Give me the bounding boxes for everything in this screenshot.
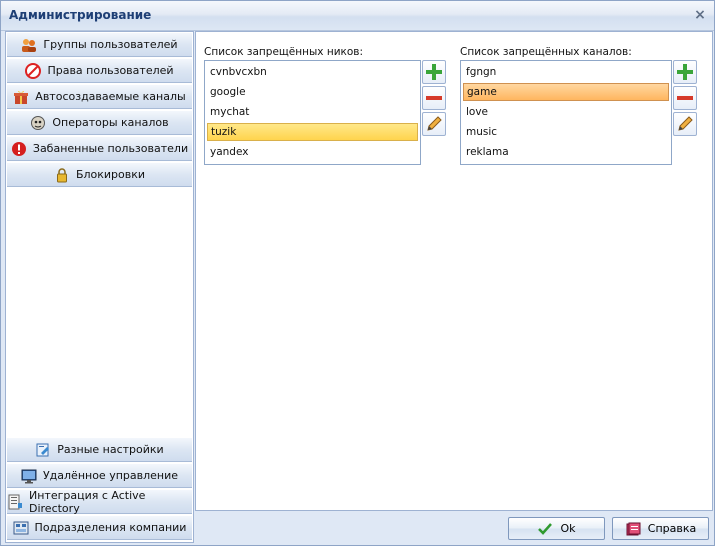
minus-icon [426, 96, 442, 100]
help-book-icon [625, 521, 641, 537]
sidebar-item-label: Права пользователей [47, 64, 174, 77]
sidebar-item-auto-channels[interactable]: Автосоздаваемые каналы [7, 85, 192, 109]
checkmark-icon [537, 521, 553, 537]
close-icon[interactable]: × [692, 7, 708, 23]
sidebar: Группы пользователей Права пользователей… [5, 31, 194, 543]
help-button[interactable]: Справка [612, 517, 709, 540]
add-nick-button[interactable] [422, 60, 446, 84]
list-item-selected[interactable]: tuzik [207, 123, 418, 141]
list-item[interactable]: fgngn [463, 63, 669, 81]
remove-channel-button[interactable] [673, 86, 697, 110]
gift-box-icon [13, 89, 29, 105]
minus-icon [677, 96, 693, 100]
sidebar-item-label: Разные настройки [57, 443, 164, 456]
admin-window: Администрирование × Группы пользователей… [0, 0, 715, 546]
pencil-icon [427, 116, 442, 131]
users-group-icon [21, 37, 37, 53]
banned-nicks-list[interactable]: cvnbvcxbn google mychat tuzik yandex [204, 60, 421, 165]
title-bar: Администрирование × [1, 1, 714, 31]
company-icon [13, 520, 29, 536]
sidebar-item-label: Интеграция с Active Directory [29, 488, 146, 515]
ok-button[interactable]: Ok [508, 517, 605, 540]
sidebar-item-user-groups[interactable]: Группы пользователей [7, 33, 192, 57]
add-channel-button[interactable] [673, 60, 697, 84]
ok-button-label: Ok [560, 522, 576, 535]
sidebar-item-active-directory[interactable]: Интеграция с Active Directory [7, 488, 192, 515]
directory-icon [7, 494, 23, 510]
list-item[interactable]: love [463, 103, 669, 121]
edit-channel-button[interactable] [673, 112, 697, 136]
sidebar-item-banned-users[interactable]: Забаненные пользователи [7, 137, 192, 161]
no-entry-icon [25, 62, 42, 79]
main-panel: Список запрещённых ников: cvnbvcxbn goog… [195, 31, 713, 511]
window-title: Администрирование [9, 8, 152, 22]
sidebar-item-label: Автосоздаваемые каналы [35, 90, 186, 103]
list-item[interactable]: reklama [463, 143, 669, 161]
settings-icon [35, 442, 51, 458]
sidebar-item-label: Подразделения компании [34, 521, 187, 534]
sidebar-item-label: Забаненные пользователи [32, 142, 189, 155]
list-item[interactable]: music [463, 123, 669, 141]
sidebar-item-label: Операторы каналов [52, 116, 169, 129]
nicks-label: Список запрещённых ников: [204, 46, 364, 58]
channels-label: Список запрещённых каналов: [460, 46, 632, 58]
plus-icon [426, 64, 442, 80]
banned-alert-icon [11, 141, 27, 157]
lock-icon [54, 167, 70, 183]
operator-face-icon [30, 115, 46, 131]
plus-icon [677, 64, 693, 80]
edit-nick-button[interactable] [422, 112, 446, 136]
sidebar-item-misc-settings[interactable]: Разные настройки [7, 438, 192, 462]
help-button-label: Справка [647, 522, 697, 535]
sidebar-item-label: Группы пользователей [43, 38, 178, 51]
list-item[interactable]: cvnbvcxbn [207, 63, 418, 81]
sidebar-item-remote-control[interactable]: Удалённое управление [7, 464, 192, 488]
list-item[interactable]: yandex [207, 143, 418, 161]
sidebar-item-channel-operators[interactable]: Операторы каналов [7, 111, 192, 135]
monitor-icon [21, 468, 37, 484]
remove-nick-button[interactable] [422, 86, 446, 110]
sidebar-item-label: Удалённое управление [42, 469, 179, 482]
list-item[interactable]: mychat [207, 103, 418, 121]
sidebar-item-company-divisions[interactable]: Подразделения компании [7, 516, 192, 540]
pencil-icon [678, 116, 693, 131]
sidebar-item-user-rights[interactable]: Права пользователей [7, 59, 192, 83]
list-item-selected[interactable]: game [463, 83, 669, 101]
list-item[interactable]: google [207, 83, 418, 101]
banned-channels-list[interactable]: fgngn game love music reklama [460, 60, 672, 165]
sidebar-item-label: Блокировки [75, 168, 146, 181]
sidebar-item-locks[interactable]: Блокировки [7, 163, 192, 187]
